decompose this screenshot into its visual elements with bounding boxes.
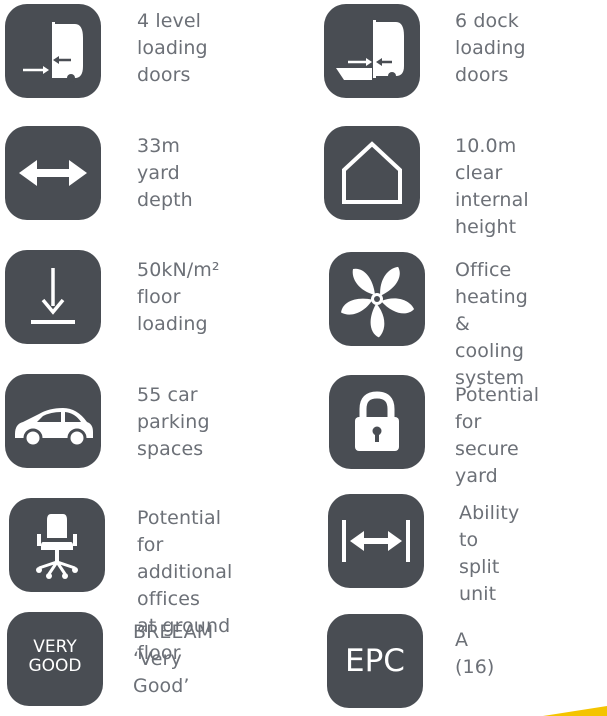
feature-label: Potential for secure yard <box>455 384 540 487</box>
epc-badge-text: EPC <box>345 643 405 679</box>
feature-label: BREEAM ‘Very Good’ <box>133 621 214 697</box>
feature-label: 50kN/m² floor loading <box>137 259 220 335</box>
feature-label: Office heating & cooling system <box>455 259 528 389</box>
feature-label: 10.0m clear internal height <box>455 135 529 238</box>
feature-label: A (16) <box>455 629 495 678</box>
double-arrow-icon <box>5 126 101 220</box>
house-outline-icon <box>324 126 420 220</box>
feature-label: 33m yard depth <box>137 135 193 211</box>
down-arrow-floor-icon <box>5 250 101 344</box>
breeam-badge-text: VERY GOOD <box>28 637 82 676</box>
epc-badge: EPC <box>327 614 423 708</box>
feature-label: 4 level loading doors <box>137 10 208 86</box>
car-icon <box>5 374 101 468</box>
yellow-accent-stripe <box>543 706 607 716</box>
loading-door-icon <box>5 4 101 98</box>
office-chair-icon <box>9 498 105 592</box>
feature-label: Ability to split unit <box>459 502 520 605</box>
dock-door-icon <box>324 4 420 98</box>
feature-label: 55 car parking spaces <box>137 384 210 460</box>
fan-icon <box>329 252 425 346</box>
padlock-icon <box>329 375 425 469</box>
feature-label: 6 dock loading doors <box>455 10 526 86</box>
breeam-badge: VERY GOOD <box>7 612 103 706</box>
split-arrow-icon <box>328 494 424 588</box>
